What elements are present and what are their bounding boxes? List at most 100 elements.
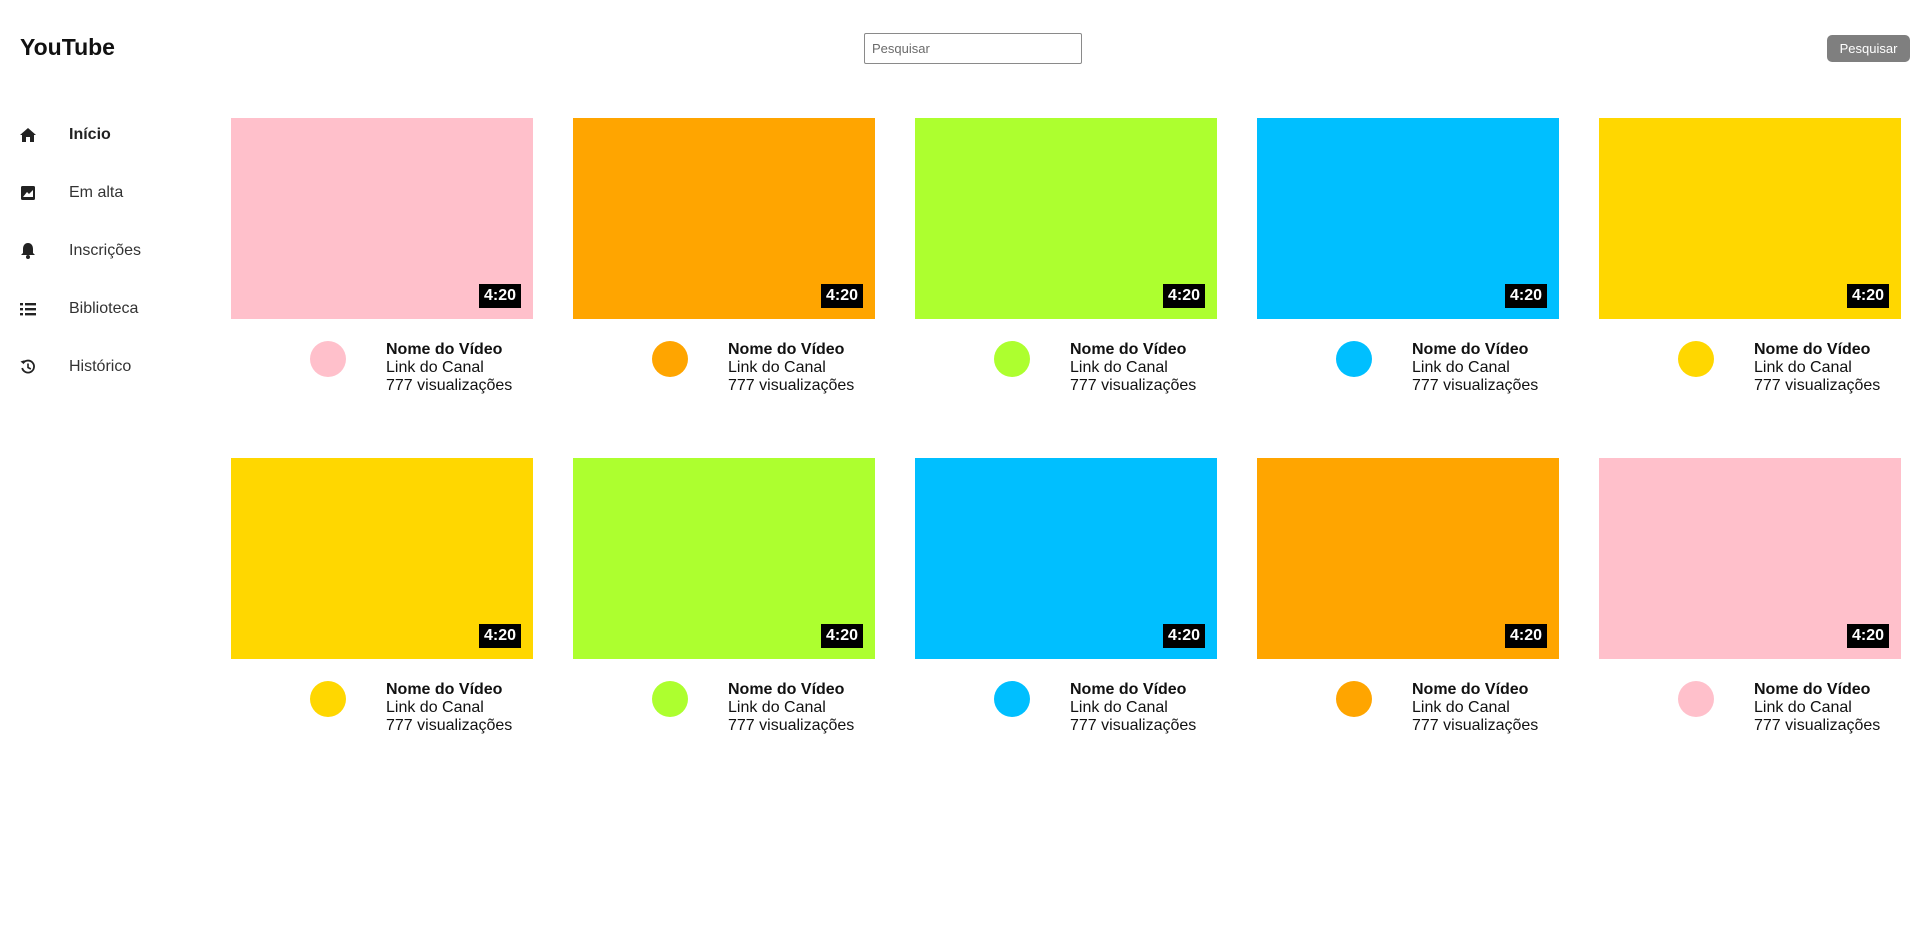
video-info: Nome do Vídeo Link do Canal 777 visualiz… xyxy=(386,681,512,735)
sidebar-item-em-alta[interactable]: Em alta xyxy=(0,164,200,222)
video-title[interactable]: Nome do Vídeo xyxy=(728,681,854,699)
video-views: 777 visualizações xyxy=(386,377,513,394)
video-title[interactable]: Nome do Vídeo xyxy=(1070,681,1196,699)
sidebar-item-label: Histórico xyxy=(69,358,132,375)
video-thumbnail[interactable]: 4:20 xyxy=(1599,118,1901,319)
video-card[interactable]: 4:20 Nome do Vídeo Link do Canal 777 vis… xyxy=(231,118,533,421)
video-title[interactable]: Nome do Vídeo xyxy=(1412,341,1538,359)
video-thumbnail[interactable]: 4:20 xyxy=(231,458,533,659)
video-title[interactable]: Nome do Vídeo xyxy=(1070,341,1196,359)
video-thumbnail[interactable]: 4:20 xyxy=(231,118,533,319)
video-title[interactable]: Nome do Vídeo xyxy=(1754,681,1880,699)
trending-icon xyxy=(20,185,36,201)
channel-avatar[interactable] xyxy=(1336,341,1372,377)
youtube-logo[interactable]: YouTube xyxy=(20,34,115,61)
video-card[interactable]: 4:20 Nome do Vídeo Link do Canal 777 vis… xyxy=(573,458,875,761)
video-views: 777 visualizações xyxy=(1070,377,1197,394)
sidebar-item-biblioteca[interactable]: Biblioteca xyxy=(0,280,200,338)
channel-avatar[interactable] xyxy=(994,341,1030,377)
video-info: Nome do Vídeo Link do Canal 777 visualiz… xyxy=(1070,341,1196,395)
sidebar-item-label: Biblioteca xyxy=(69,300,139,317)
video-views: 777 visualizações xyxy=(1754,377,1881,394)
video-title[interactable]: Nome do Vídeo xyxy=(728,341,854,359)
video-meta: Nome do Vídeo Link do Canal 777 visualiz… xyxy=(1599,659,1901,749)
video-views: 777 visualizações xyxy=(1070,717,1197,734)
channel-avatar[interactable] xyxy=(1336,681,1372,717)
channel-avatar[interactable] xyxy=(1678,681,1714,717)
channel-link[interactable]: Link do Canal xyxy=(386,359,512,377)
channel-link[interactable]: Link do Canal xyxy=(386,699,512,717)
history-icon xyxy=(20,359,36,375)
video-card[interactable]: 4:20 Nome do Vídeo Link do Canal 777 vis… xyxy=(915,458,1217,761)
sidebar: Início Em alta Inscrições Biblioteca His… xyxy=(0,106,200,396)
video-views: 777 visualizações xyxy=(1412,717,1539,734)
video-views: 777 visualizações xyxy=(728,377,855,394)
channel-link[interactable]: Link do Canal xyxy=(1070,699,1196,717)
sidebar-item-inscricoes[interactable]: Inscrições xyxy=(0,222,200,280)
video-thumbnail[interactable]: 4:20 xyxy=(915,118,1217,319)
channel-avatar[interactable] xyxy=(994,681,1030,717)
video-thumbnail[interactable]: 4:20 xyxy=(1257,118,1559,319)
video-meta: Nome do Vídeo Link do Canal 777 visualiz… xyxy=(915,659,1217,749)
channel-link[interactable]: Link do Canal xyxy=(1754,359,1880,377)
list-icon xyxy=(20,301,36,317)
channel-link[interactable]: Link do Canal xyxy=(1412,359,1538,377)
channel-avatar[interactable] xyxy=(652,681,688,717)
video-views: 777 visualizações xyxy=(386,717,513,734)
video-card[interactable]: 4:20 Nome do Vídeo Link do Canal 777 vis… xyxy=(1257,118,1559,421)
video-thumbnail[interactable]: 4:20 xyxy=(573,458,875,659)
video-meta: Nome do Vídeo Link do Canal 777 visualiz… xyxy=(573,659,875,749)
video-meta: Nome do Vídeo Link do Canal 777 visualiz… xyxy=(1599,319,1901,409)
top-header: YouTube Pesquisar xyxy=(0,0,1920,96)
video-info: Nome do Vídeo Link do Canal 777 visualiz… xyxy=(728,681,854,735)
video-meta: Nome do Vídeo Link do Canal 777 visualiz… xyxy=(915,319,1217,409)
channel-avatar[interactable] xyxy=(310,341,346,377)
video-meta: Nome do Vídeo Link do Canal 777 visualiz… xyxy=(231,659,533,749)
video-thumbnail[interactable]: 4:20 xyxy=(915,458,1217,659)
video-card[interactable]: 4:20 Nome do Vídeo Link do Canal 777 vis… xyxy=(1599,118,1901,421)
video-duration: 4:20 xyxy=(820,624,863,648)
channel-avatar[interactable] xyxy=(310,681,346,717)
video-title[interactable]: Nome do Vídeo xyxy=(1412,681,1538,699)
video-card[interactable]: 4:20 Nome do Vídeo Link do Canal 777 vis… xyxy=(915,118,1217,421)
channel-link[interactable]: Link do Canal xyxy=(1412,699,1538,717)
video-title[interactable]: Nome do Vídeo xyxy=(1754,341,1880,359)
channel-link[interactable]: Link do Canal xyxy=(1070,359,1196,377)
search-input[interactable] xyxy=(864,33,1082,64)
video-duration: 4:20 xyxy=(1846,284,1889,308)
channel-avatar[interactable] xyxy=(1678,341,1714,377)
video-grid: 4:20 Nome do Vídeo Link do Canal 777 vis… xyxy=(231,118,1901,761)
video-title[interactable]: Nome do Vídeo xyxy=(386,681,512,699)
video-thumbnail[interactable]: 4:20 xyxy=(1257,458,1559,659)
channel-link[interactable]: Link do Canal xyxy=(728,699,854,717)
video-duration: 4:20 xyxy=(1162,284,1205,308)
video-duration: 4:20 xyxy=(1846,624,1889,648)
video-card[interactable]: 4:20 Nome do Vídeo Link do Canal 777 vis… xyxy=(573,118,875,421)
video-card[interactable]: 4:20 Nome do Vídeo Link do Canal 777 vis… xyxy=(1599,458,1901,761)
video-meta: Nome do Vídeo Link do Canal 777 visualiz… xyxy=(1257,319,1559,409)
video-info: Nome do Vídeo Link do Canal 777 visualiz… xyxy=(1412,681,1538,735)
channel-link[interactable]: Link do Canal xyxy=(728,359,854,377)
video-views: 777 visualizações xyxy=(728,717,855,734)
video-card[interactable]: 4:20 Nome do Vídeo Link do Canal 777 vis… xyxy=(1257,458,1559,761)
video-card[interactable]: 4:20 Nome do Vídeo Link do Canal 777 vis… xyxy=(231,458,533,761)
video-info: Nome do Vídeo Link do Canal 777 visualiz… xyxy=(1412,341,1538,395)
video-title[interactable]: Nome do Vídeo xyxy=(386,341,512,359)
sidebar-item-inicio[interactable]: Início xyxy=(0,106,200,164)
video-info: Nome do Vídeo Link do Canal 777 visualiz… xyxy=(1070,681,1196,735)
sidebar-item-historico[interactable]: Histórico xyxy=(0,338,200,396)
video-thumbnail[interactable]: 4:20 xyxy=(573,118,875,319)
video-duration: 4:20 xyxy=(478,624,521,648)
search-button[interactable]: Pesquisar xyxy=(1827,35,1910,62)
video-duration: 4:20 xyxy=(1162,624,1205,648)
home-icon xyxy=(20,127,36,143)
video-duration: 4:20 xyxy=(1504,624,1547,648)
video-duration: 4:20 xyxy=(1504,284,1547,308)
sidebar-item-label: Em alta xyxy=(69,184,124,201)
video-views: 777 visualizações xyxy=(1412,377,1539,394)
video-meta: Nome do Vídeo Link do Canal 777 visualiz… xyxy=(1257,659,1559,749)
video-duration: 4:20 xyxy=(820,284,863,308)
channel-avatar[interactable] xyxy=(652,341,688,377)
video-thumbnail[interactable]: 4:20 xyxy=(1599,458,1901,659)
channel-link[interactable]: Link do Canal xyxy=(1754,699,1880,717)
